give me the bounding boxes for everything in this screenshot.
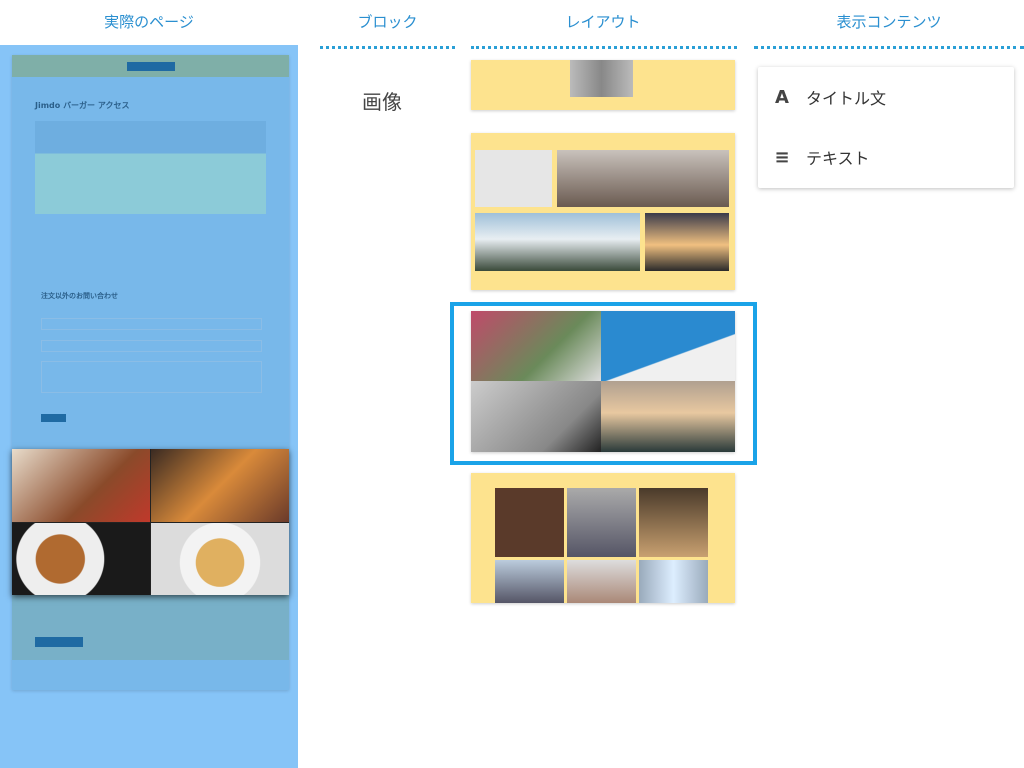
cafe-image — [639, 488, 708, 557]
content-item-title[interactable]: A タイトル文 — [758, 77, 1014, 117]
column-header-layout: レイアウト — [565, 13, 641, 31]
email-field — [41, 340, 262, 352]
preview-top-button — [127, 62, 175, 71]
name-field — [41, 318, 262, 330]
burger-photo — [12, 522, 150, 595]
city-image — [567, 488, 636, 557]
column-header-content: 表示コンテンツ — [836, 13, 942, 31]
plant-image — [475, 150, 552, 207]
city-sunset-image — [645, 213, 729, 271]
preview-footer — [12, 595, 289, 660]
mountain-person-image — [557, 150, 729, 207]
send-button — [41, 414, 66, 422]
fries-photo — [151, 522, 289, 595]
layout-option[interactable] — [471, 473, 735, 603]
selection-highlight — [450, 302, 757, 465]
restaurant-photo — [12, 449, 150, 522]
layout-option[interactable] — [471, 60, 735, 110]
preview-topbar — [12, 55, 289, 77]
message-field — [41, 361, 262, 393]
landscape-image — [495, 560, 564, 603]
content-item-label: テキスト — [806, 149, 870, 168]
layout-option[interactable] — [471, 133, 735, 290]
map-image — [35, 121, 266, 214]
preview-title: Jimdo バーガー アクセス — [35, 101, 130, 110]
portrait-image — [495, 488, 564, 557]
divider — [320, 46, 455, 49]
title-icon: A — [775, 86, 789, 108]
block-name: 画像 — [362, 90, 402, 114]
contact-title: 注文以外のお問い合わせ — [41, 292, 118, 300]
highlighted-image-block — [12, 449, 289, 595]
market-image — [567, 560, 636, 603]
divider — [754, 46, 1024, 49]
footer-button — [35, 637, 83, 647]
text-lines-icon: ≡ — [774, 146, 790, 168]
column-header-block: ブロック — [357, 13, 418, 31]
road-image — [570, 60, 633, 97]
food-table-photo — [151, 449, 289, 522]
content-item-text[interactable]: ≡ テキスト — [758, 137, 1014, 177]
skyscraper-image — [639, 560, 708, 603]
column-header-actual-page: 実際のページ — [104, 13, 194, 31]
content-item-label: タイトル文 — [806, 89, 887, 108]
mountain-lake-image — [475, 213, 640, 271]
content-menu: A タイトル文 ≡ テキスト — [758, 67, 1014, 188]
divider — [471, 46, 737, 49]
